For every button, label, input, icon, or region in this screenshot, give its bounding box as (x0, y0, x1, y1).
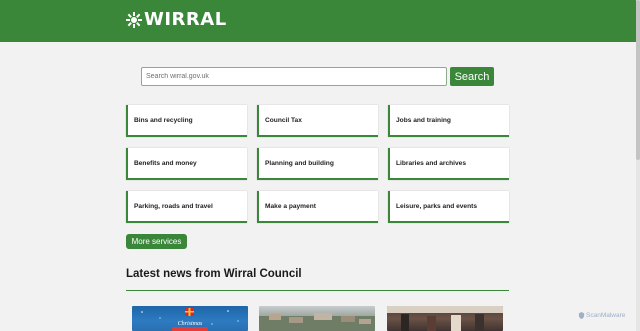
service-label: Bins and recycling (134, 116, 193, 124)
search-button[interactable]: Search (450, 67, 494, 86)
service-tile-planning[interactable]: Planning and building (257, 148, 378, 180)
service-label: Jobs and training (396, 116, 451, 124)
aerial-town-news-image[interactable] (259, 306, 375, 331)
service-label: Benefits and money (134, 159, 197, 167)
shield-icon (578, 312, 585, 319)
christmas-caption: Christmas (178, 321, 203, 327)
aerial-image-art (259, 313, 375, 331)
service-tile-parking[interactable]: Parking, roads and travel (126, 191, 247, 223)
more-services-button[interactable]: More services (126, 234, 187, 249)
service-tile-payment[interactable]: Make a payment (257, 191, 378, 223)
site-header: WIRRAL (0, 0, 636, 42)
news-divider (126, 290, 509, 291)
service-tile-benefits[interactable]: Benefits and money (126, 148, 247, 180)
logo-text: WIRRAL (144, 9, 227, 30)
service-tile-libraries[interactable]: Libraries and archives (388, 148, 509, 180)
page-scrollbar[interactable] (636, 0, 640, 331)
logo-emblem-icon (126, 12, 142, 28)
christmas-news-image[interactable]: Christmas (132, 306, 248, 331)
service-label: Parking, roads and travel (134, 202, 213, 210)
watermark-text: ScanMalware (586, 312, 626, 319)
service-label: Leisure, parks and events (396, 202, 477, 210)
news-heading: Latest news from Wirral Council (126, 268, 302, 280)
wirral-logo[interactable]: WIRRAL (126, 11, 227, 29)
service-label: Libraries and archives (396, 159, 467, 167)
people-indoors-news-image[interactable] (387, 306, 503, 331)
search-input[interactable] (141, 67, 447, 86)
service-tile-bins[interactable]: Bins and recycling (126, 105, 247, 137)
christmas-image-art: Christmas (141, 308, 239, 331)
service-tile-council-tax[interactable]: Council Tax (257, 105, 378, 137)
people-image-art (387, 306, 503, 331)
scanmalware-watermark: ScanMalware (578, 312, 625, 319)
service-label: Make a payment (265, 202, 316, 210)
service-label: Council Tax (265, 116, 302, 124)
service-tile-jobs[interactable]: Jobs and training (388, 105, 509, 137)
service-label: Planning and building (265, 159, 334, 167)
scrollbar-thumb[interactable] (636, 0, 640, 160)
service-tile-leisure[interactable]: Leisure, parks and events (388, 191, 509, 223)
